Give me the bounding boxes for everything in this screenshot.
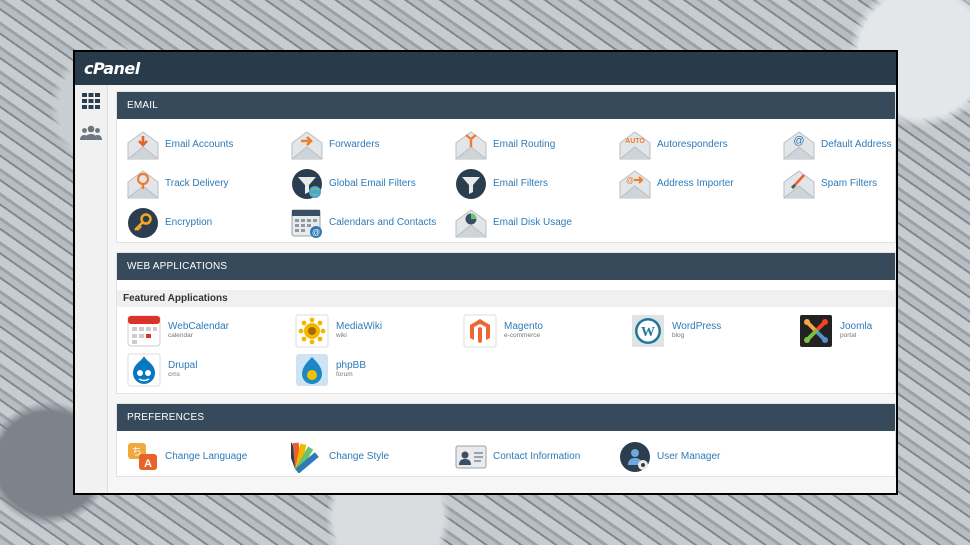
phpbb-app[interactable]: phpBB forum: [295, 350, 463, 389]
webcalendar-icon: [127, 314, 161, 348]
address-importer-icon: @: [619, 168, 651, 200]
item-label: Spam Filters: [821, 178, 878, 189]
email-accounts-link[interactable]: Email Accounts: [127, 125, 291, 164]
track-delivery-icon: [127, 168, 159, 200]
app-name: Magento: [504, 321, 543, 332]
drupal-app[interactable]: Drupal cms: [127, 350, 295, 389]
app-category: blog: [672, 332, 685, 339]
webcalendar-app[interactable]: WebCalendar calendar: [127, 311, 295, 350]
encryption-icon: [127, 207, 159, 239]
change-style-icon: [291, 441, 323, 473]
item-label: Default Address: [821, 139, 892, 150]
change-language-link[interactable]: ちA Change Language: [127, 437, 291, 476]
featured-applications-heading: Featured Applications: [117, 290, 895, 307]
email-routing-link[interactable]: Email Routing: [455, 125, 619, 164]
item-label: Change Style: [329, 451, 390, 462]
preferences-panel: PREFERENCES ちA Change Language Change St…: [116, 403, 896, 477]
app-name: Drupal: [168, 360, 198, 371]
encryption-link[interactable]: Encryption: [127, 203, 291, 242]
item-label: Address Importer: [657, 178, 734, 189]
user-manager-link[interactable]: User Manager: [619, 437, 783, 476]
app-name: Joomla: [840, 321, 873, 332]
email-panel-title: EMAIL: [117, 92, 895, 119]
track-delivery-link[interactable]: Track Delivery: [127, 164, 291, 203]
main-content: EMAIL Email Accounts Forwarders Email Ro…: [108, 85, 896, 493]
wordpress-app[interactable]: W WordPress blog: [631, 311, 799, 350]
email-accounts-icon: [127, 129, 159, 161]
item-label: Calendars and Contacts: [329, 217, 437, 228]
webapps-panel-title: WEB APPLICATIONS: [117, 253, 895, 280]
email-routing-icon: [455, 129, 487, 161]
item-label: Global Email Filters: [329, 178, 416, 189]
app-category: calendar: [168, 332, 193, 339]
mediawiki-app[interactable]: MediaWiki wiki: [295, 311, 463, 350]
svg-text:@: @: [626, 176, 634, 185]
phpbb-icon: [295, 353, 329, 387]
wordpress-icon: W: [631, 314, 665, 348]
mediawiki-icon: [295, 314, 329, 348]
item-label: Contact Information: [493, 451, 581, 462]
email-panel: EMAIL Email Accounts Forwarders Email Ro…: [116, 91, 896, 243]
app-category: wiki: [336, 332, 347, 339]
svg-text:W: W: [641, 325, 655, 340]
disk-usage-icon: [455, 207, 487, 239]
svg-text:AUTO: AUTO: [625, 138, 645, 145]
magento-icon: [463, 314, 497, 348]
app-category: cms: [168, 371, 180, 378]
item-label: Encryption: [165, 217, 213, 228]
contact-information-link[interactable]: Contact Information: [455, 437, 619, 476]
app-name: MediaWiki: [336, 321, 383, 332]
address-importer-link[interactable]: @ Address Importer: [619, 164, 783, 203]
item-label: Change Language: [165, 451, 248, 462]
magento-app[interactable]: Magento e-commerce: [463, 311, 631, 350]
change-style-link[interactable]: Change Style: [291, 437, 455, 476]
top-bar: cPanel: [75, 52, 896, 85]
item-label: Track Delivery: [165, 178, 229, 189]
drupal-icon: [127, 353, 161, 387]
item-label: Email Filters: [493, 178, 549, 189]
item-label: Forwarders: [329, 139, 380, 150]
forwarders-icon: [291, 129, 323, 161]
joomla-app[interactable]: Joomla portal: [799, 311, 889, 350]
autoresponders-icon: AUTO: [619, 129, 651, 161]
webapps-panel: WEB APPLICATIONS Featured Applications W…: [116, 252, 896, 394]
svg-text:A: A: [144, 458, 152, 470]
default-address-icon: @: [783, 129, 815, 161]
user-manager-icon: [619, 441, 651, 473]
sidebar: [75, 85, 108, 493]
cpanel-logo[interactable]: cPanel: [84, 59, 140, 78]
app-name: phpBB: [336, 360, 367, 371]
grid-icon[interactable]: [80, 91, 102, 111]
global-filters-icon: [291, 168, 323, 200]
item-label: Email Routing: [493, 139, 556, 150]
autoresponders-link[interactable]: AUTO Autoresponders: [619, 125, 783, 164]
app-category: portal: [840, 332, 857, 339]
calendars-contacts-link[interactable]: @ Calendars and Contacts: [291, 203, 455, 242]
change-language-icon: ちA: [127, 441, 159, 473]
spam-filters-icon: [783, 168, 815, 200]
contact-info-icon: [455, 441, 487, 473]
svg-text:@: @: [793, 135, 804, 147]
app-category: e-commerce: [504, 332, 541, 339]
joomla-icon: [799, 314, 833, 348]
calendars-icon: @: [291, 207, 323, 239]
email-disk-usage-link[interactable]: Email Disk Usage: [455, 203, 619, 242]
default-address-link[interactable]: @ Default Address: [783, 125, 896, 164]
item-label: Email Accounts: [165, 139, 234, 150]
preferences-panel-title: PREFERENCES: [117, 404, 895, 431]
spam-filters-link[interactable]: Spam Filters: [783, 164, 896, 203]
users-icon[interactable]: [80, 123, 102, 143]
item-label: Autoresponders: [657, 139, 728, 150]
svg-text:@: @: [312, 228, 320, 237]
item-label: User Manager: [657, 451, 721, 462]
app-name: WebCalendar: [168, 321, 229, 332]
app-category: forum: [336, 371, 353, 378]
forwarders-link[interactable]: Forwarders: [291, 125, 455, 164]
cpanel-window: cPanel EMAIL Email Accounts Forwarders E…: [73, 50, 898, 495]
item-label: Email Disk Usage: [493, 217, 572, 228]
app-name: WordPress: [672, 321, 722, 332]
email-filters-link[interactable]: Email Filters: [455, 164, 619, 203]
email-filters-icon: [455, 168, 487, 200]
global-email-filters-link[interactable]: Global Email Filters: [291, 164, 455, 203]
